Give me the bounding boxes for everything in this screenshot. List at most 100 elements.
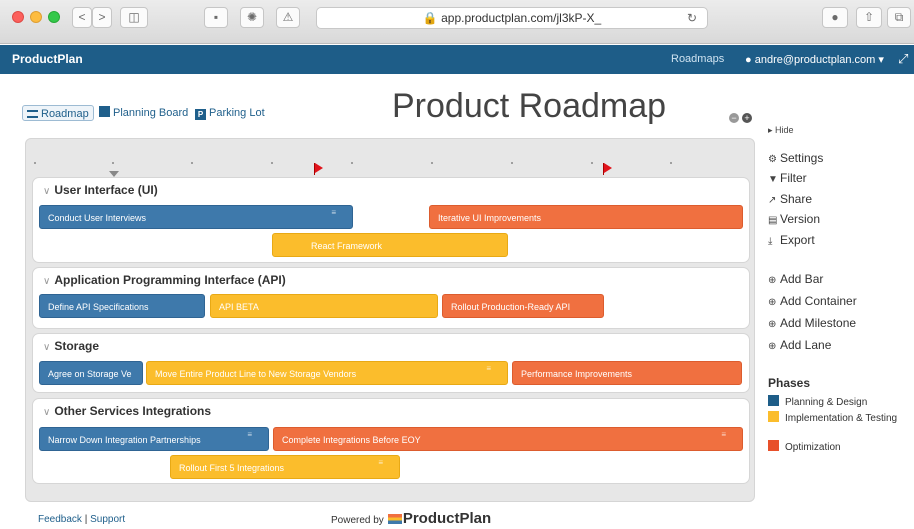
lane-title[interactable]: ∨ Storage bbox=[43, 339, 99, 353]
powered-by-text: Powered by bbox=[331, 515, 384, 526]
roadmap-bar[interactable]: API BETA bbox=[210, 294, 438, 318]
hide-sidebar-button[interactable]: ▸ Hide bbox=[768, 125, 794, 136]
add-lane-label: Add Lane bbox=[780, 338, 832, 352]
lane-title-text: User Interface (UI) bbox=[54, 183, 158, 197]
add-milestone-button[interactable]: ⊕ Add Milestone bbox=[768, 316, 856, 330]
timeline-tick bbox=[670, 162, 672, 164]
bar-label: Iterative UI Improvements bbox=[438, 213, 542, 223]
chevron-down-icon[interactable]: ∨ bbox=[43, 276, 50, 287]
lane-user-interface[interactable]: ∨ User Interface (UI) Conduct User Interv… bbox=[32, 177, 750, 263]
drag-handle-icon[interactable]: ≡ bbox=[721, 428, 726, 442]
share-browser-icon[interactable]: ⇧ bbox=[856, 7, 882, 28]
add-container-button[interactable]: ⊕ Add Container bbox=[768, 294, 857, 308]
minimize-window-button[interactable] bbox=[30, 11, 42, 23]
sidebar-toggle-icon[interactable]: ◫ bbox=[120, 7, 148, 28]
lane-title-text: Other Services Integrations bbox=[54, 404, 212, 418]
lane-api[interactable]: ∨ Application Programming Interface (API)… bbox=[32, 267, 750, 329]
phases-heading: Phases bbox=[768, 376, 811, 390]
roadmap-bar[interactable]: Agree on Storage Ve bbox=[39, 361, 143, 385]
feedback-link[interactable]: Feedback bbox=[38, 514, 82, 525]
settings-button[interactable]: ⚙ Settings bbox=[768, 151, 823, 165]
powered-by[interactable]: Powered by ProductPlan bbox=[331, 510, 491, 527]
share-label: Share bbox=[780, 192, 813, 206]
chevron-down-icon[interactable]: ∨ bbox=[43, 407, 50, 418]
warning-extension-icon[interactable]: ⚠ bbox=[276, 7, 300, 28]
fullscreen-icon[interactable]: ⤢ bbox=[898, 51, 908, 67]
timeline-tick bbox=[191, 162, 193, 164]
url-text: app.productplan.com/jl3kP-X_ bbox=[441, 11, 602, 25]
drag-handle-icon[interactable]: ≡ bbox=[378, 456, 383, 470]
timeline-tick bbox=[351, 162, 353, 164]
tab-roadmap-label: Roadmap bbox=[41, 108, 89, 120]
plus-circle-icon: ⊕ bbox=[768, 297, 777, 308]
back-button[interactable]: < bbox=[72, 7, 92, 28]
phase-swatch bbox=[768, 395, 779, 406]
chevron-down-icon[interactable]: ∨ bbox=[43, 342, 50, 353]
bug-extension-icon[interactable]: ✺ bbox=[240, 7, 264, 28]
downloads-icon[interactable]: ● bbox=[822, 7, 848, 28]
filter-icon: ▼ bbox=[768, 174, 778, 185]
roadmap-bar[interactable]: Iterative UI Improvements bbox=[429, 205, 743, 229]
support-link[interactable]: Support bbox=[90, 514, 125, 525]
extension-icon[interactable]: ▪ bbox=[204, 7, 228, 28]
gear-icon: ⚙ bbox=[768, 154, 777, 165]
caret-right-icon: ▸ bbox=[768, 125, 773, 135]
phase-item[interactable]: Implementation & Testing bbox=[768, 411, 897, 424]
zoom-in-icon[interactable]: + bbox=[742, 113, 752, 123]
phase-item[interactable]: Planning & Design bbox=[768, 395, 867, 408]
page-title: Product Roadmap bbox=[392, 87, 667, 125]
timeline-tick bbox=[34, 162, 36, 164]
filter-label: Filter bbox=[780, 171, 807, 185]
forward-button[interactable]: > bbox=[92, 7, 112, 28]
roadmaps-link[interactable]: Roadmaps bbox=[671, 53, 724, 65]
roadmap-bar[interactable]: Move Entire Product Line to New Storage … bbox=[146, 361, 508, 385]
zoom-out-icon[interactable]: − bbox=[729, 113, 739, 123]
export-button[interactable]: ⤓ Export bbox=[768, 233, 815, 247]
timeline-tick bbox=[511, 162, 513, 164]
add-bar-button[interactable]: ⊕ Add Bar bbox=[768, 272, 823, 286]
milestone-flag-icon[interactable] bbox=[315, 163, 323, 173]
lane-title[interactable]: ∨ Other Services Integrations bbox=[43, 404, 211, 418]
drag-handle-icon[interactable]: ≡ bbox=[247, 428, 252, 442]
brand-logo[interactable]: ProductPlan bbox=[12, 52, 83, 66]
zoom-window-button[interactable] bbox=[48, 11, 60, 23]
address-bar[interactable]: 🔒 app.productplan.com/jl3kP-X_ ↻ bbox=[316, 7, 708, 29]
close-window-button[interactable] bbox=[12, 11, 24, 23]
roadmap-bar[interactable]: Narrow Down Integration Partnerships ≡ bbox=[39, 427, 269, 451]
user-email: andre@productplan.com bbox=[754, 54, 876, 66]
tab-planning-board-label: Planning Board bbox=[113, 107, 189, 119]
filter-button[interactable]: ▼ Filter bbox=[768, 171, 807, 185]
timeline-tick bbox=[271, 162, 273, 164]
bar-label: Define API Specifications bbox=[48, 302, 149, 312]
tab-parking-lot[interactable]: P Parking Lot bbox=[195, 105, 265, 121]
bar-label: Rollout Production-Ready API bbox=[451, 302, 571, 312]
add-lane-button[interactable]: ⊕ Add Lane bbox=[768, 338, 831, 352]
tab-roadmap[interactable]: Roadmap bbox=[22, 105, 94, 121]
user-menu[interactable]: ● andre@productplan.com ▾ bbox=[745, 53, 884, 66]
roadmap-bar[interactable]: Rollout First 5 Integrations ≡ bbox=[170, 455, 400, 479]
roadmap-bar[interactable]: Performance Improvements bbox=[512, 361, 742, 385]
roadmap-bar[interactable]: React Framework bbox=[272, 233, 508, 257]
chevron-down-icon[interactable]: ∨ bbox=[43, 186, 50, 197]
share-button[interactable]: ↗ Share bbox=[768, 192, 812, 206]
roadmap-bar[interactable]: Define API Specifications bbox=[39, 294, 205, 318]
parking-icon: P bbox=[195, 109, 206, 120]
drag-handle-icon[interactable]: ≡ bbox=[486, 362, 491, 376]
roadmap-bar[interactable]: Complete Integrations Before EOY ≡ bbox=[273, 427, 743, 451]
phase-item[interactable]: Optimization bbox=[768, 440, 841, 453]
tab-planning-board[interactable]: Planning Board bbox=[99, 105, 188, 121]
planning-board-icon bbox=[99, 106, 110, 117]
drag-handle-icon[interactable]: ≡ bbox=[331, 206, 336, 220]
user-icon: ● bbox=[745, 54, 752, 66]
lane-title[interactable]: ∨ User Interface (UI) bbox=[43, 183, 158, 197]
roadmap-bar[interactable]: Conduct User Interviews ≡ bbox=[39, 205, 353, 229]
lane-title[interactable]: ∨ Application Programming Interface (API) bbox=[43, 273, 286, 287]
lane-other-services[interactable]: ∨ Other Services Integrations Narrow Down… bbox=[32, 398, 750, 484]
reload-icon[interactable]: ↻ bbox=[687, 11, 697, 25]
tabs-overview-icon[interactable]: ⧉ bbox=[887, 7, 911, 28]
plus-circle-icon: ⊕ bbox=[768, 319, 777, 330]
lane-storage[interactable]: ∨ Storage Agree on Storage Ve Move Entire… bbox=[32, 333, 750, 393]
version-button[interactable]: ▤ Version bbox=[768, 212, 820, 226]
milestone-flag-icon[interactable] bbox=[604, 163, 612, 173]
roadmap-bar[interactable]: Rollout Production-Ready API bbox=[442, 294, 604, 318]
